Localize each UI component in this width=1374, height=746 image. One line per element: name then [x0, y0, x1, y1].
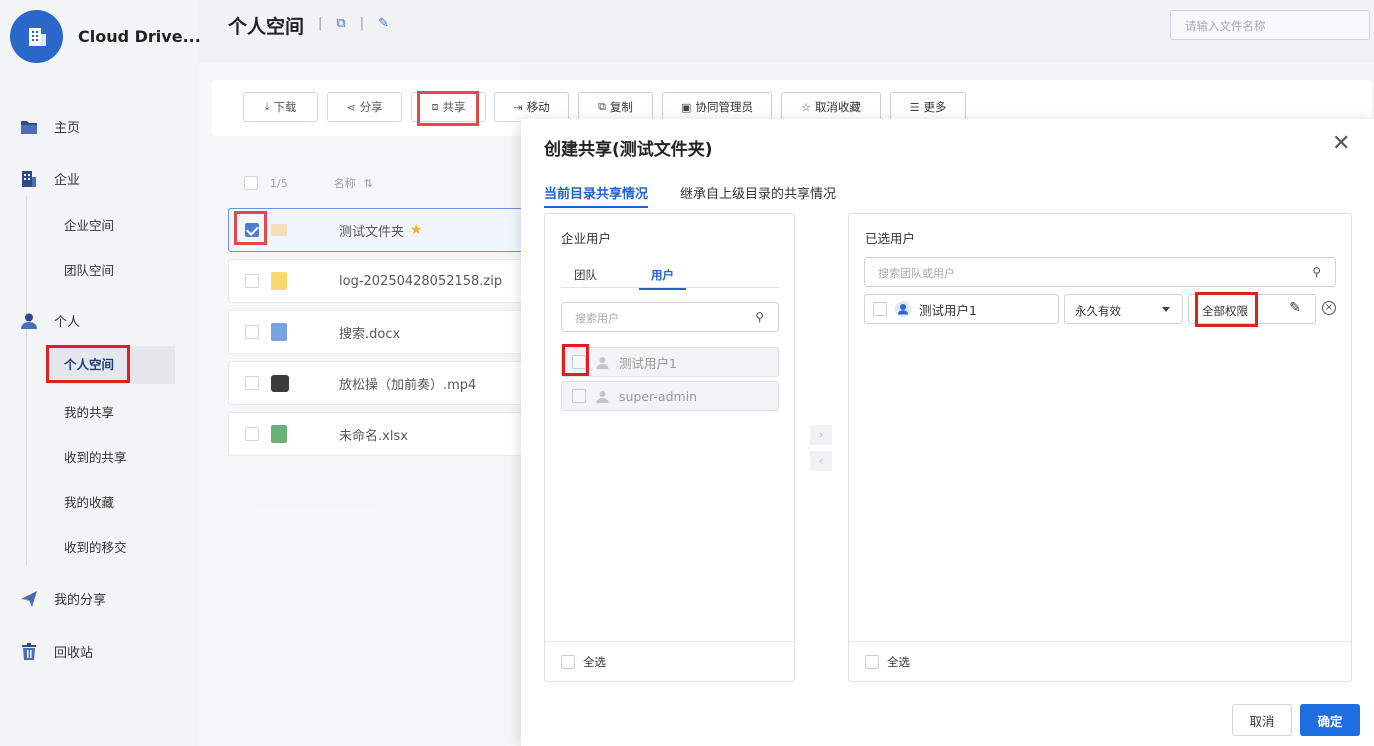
close-icon[interactable]: ✕: [1332, 133, 1350, 155]
search-input[interactable]: 请输入文件名称: [1170, 10, 1370, 40]
user-name: super-admin: [619, 388, 698, 404]
user-checkbox[interactable]: [572, 355, 586, 369]
cancel-button[interactable]: 取消: [1232, 704, 1292, 736]
copy-icon: ⧉: [598, 100, 606, 113]
sidebar-item-my-shares[interactable]: 我的共享: [64, 402, 114, 421]
user-icon: [596, 356, 609, 369]
user-name: 测试用户1: [919, 302, 977, 318]
select-all-checkbox[interactable]: [865, 654, 879, 669]
send-icon: [20, 590, 38, 608]
modal-mask: [198, 63, 521, 746]
brand: Cloud Drive...: [10, 10, 201, 63]
sidebar-item-received-shares[interactable]: 收到的共享: [64, 447, 127, 466]
user-option[interactable]: 测试用户1: [561, 347, 779, 377]
sidebar-item-personal[interactable]: 个人: [20, 311, 80, 330]
panel-footer: 全选: [849, 641, 1351, 681]
select-all-label: 全选: [887, 654, 910, 669]
selected-users-panel: 已选用户 搜索团队或用户 ⚲ 全选: [848, 213, 1352, 682]
move-left-button[interactable]: ‹: [810, 451, 832, 471]
subtabs: 团队 用户: [561, 262, 779, 290]
selected-user: 测试用户1: [864, 294, 1059, 324]
unfavorite-button[interactable]: ☆ 取消收藏: [781, 92, 881, 122]
copy-button[interactable]: ⧉ 复制: [578, 92, 653, 122]
app-name: Cloud Drive...: [78, 27, 201, 46]
logo-icon: [10, 10, 63, 63]
tab-users[interactable]: 用户: [639, 267, 686, 290]
page-title: 个人空间: [228, 16, 305, 38]
collaborator-button[interactable]: ▣ 协同管理员: [662, 92, 772, 122]
tab-team[interactable]: 团队: [574, 267, 597, 283]
sidebar-item-label: 主页: [54, 121, 81, 136]
create-share-dialog: 创建共享(测试文件夹) ✕ 当前目录共享情况 继承自上级目录的共享情况 企业用户…: [521, 119, 1374, 746]
row-checkbox[interactable]: [873, 302, 887, 316]
sidebar-item-label: 个人: [54, 315, 81, 330]
sidebar: Cloud Drive... 主页 企业 企业空间 团队空间 个人 个人空间 我…: [0, 0, 201, 746]
panel-title: 已选用户: [865, 231, 916, 246]
edit-icon[interactable]: ✎: [378, 16, 389, 31]
sidebar-item-label: 企业: [54, 173, 81, 188]
building-icon: [20, 170, 38, 188]
search-team-user-input[interactable]: 搜索团队或用户 ⚲: [864, 257, 1336, 287]
sidebar-item-label: 我的分享: [54, 593, 107, 608]
list-icon: ☰: [909, 100, 920, 114]
move-right-button[interactable]: ›: [810, 425, 832, 445]
sidebar-item-my-links[interactable]: 我的分享: [20, 589, 106, 608]
confirm-button[interactable]: 确定: [1300, 704, 1360, 736]
select-all-checkbox[interactable]: [561, 654, 575, 669]
permission-select[interactable]: 全部权限 ✎: [1188, 294, 1316, 324]
transfer-controls: › ‹: [810, 425, 832, 471]
validity-select[interactable]: 永久有效: [1064, 294, 1183, 324]
enterprise-users-panel: 企业用户 团队 用户 搜索用户 ⚲ 测试用户1 super-admin 全选: [544, 213, 795, 682]
tab-current-directory[interactable]: 当前目录共享情况: [544, 183, 649, 208]
search-icon[interactable]: ⚲: [755, 310, 764, 324]
user-checkbox[interactable]: [572, 389, 586, 403]
select-all-label: 全选: [583, 654, 606, 669]
more-button[interactable]: ☰ 更多: [890, 92, 966, 122]
edit-icon[interactable]: ✎: [1289, 300, 1301, 316]
sidebar-item-received-transfers[interactable]: 收到的移交: [64, 537, 127, 556]
open-window-icon[interactable]: ⧉: [336, 16, 345, 31]
caret-down-icon: [1162, 307, 1170, 312]
user-avatar-icon: [895, 301, 911, 317]
sidebar-item-home[interactable]: 主页: [20, 117, 80, 136]
sidebar-item-team-space[interactable]: 团队空间: [64, 260, 114, 279]
sidebar-item-enterprise-space[interactable]: 企业空间: [64, 215, 114, 234]
title-actions: | ⧉ | ✎: [318, 16, 389, 31]
user-icon: [596, 390, 609, 403]
id-card-icon: ▣: [681, 100, 692, 114]
user-icon: [20, 312, 38, 330]
remove-icon[interactable]: ×: [1322, 301, 1336, 315]
sidebar-item-enterprise[interactable]: 企业: [20, 169, 80, 188]
sidebar-item-label: 回收站: [54, 646, 94, 661]
folder-icon: [20, 118, 38, 136]
dialog-title: 创建共享(测试文件夹): [544, 140, 713, 160]
sidebar-item-my-favorites[interactable]: 我的收藏: [64, 492, 114, 511]
tab-inherited[interactable]: 继承自上级目录的共享情况: [680, 183, 836, 202]
nav-divider: [26, 196, 27, 566]
panel-title: 企业用户: [561, 231, 612, 246]
user-name: 测试用户1: [619, 355, 677, 371]
search-user-input[interactable]: 搜索用户 ⚲: [561, 302, 779, 332]
panel-footer: 全选: [545, 641, 794, 681]
sidebar-item-trash[interactable]: 回收站: [20, 642, 93, 661]
trash-icon: [20, 642, 38, 661]
search-icon[interactable]: ⚲: [1312, 265, 1321, 279]
user-option[interactable]: super-admin: [561, 381, 779, 411]
star-icon: ☆: [801, 100, 811, 114]
sidebar-item-personal-space[interactable]: 个人空间: [48, 346, 175, 384]
